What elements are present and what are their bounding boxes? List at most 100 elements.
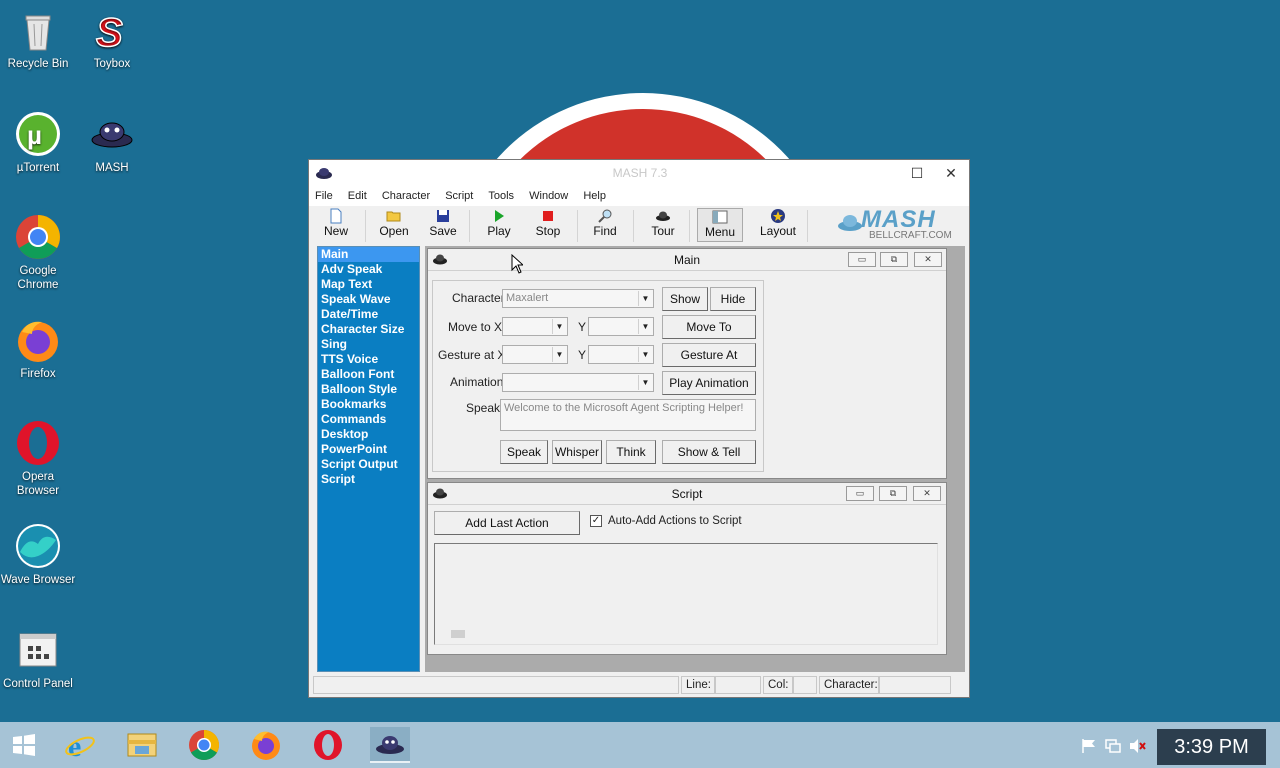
- move-to-x-select[interactable]: ▼: [502, 317, 568, 336]
- desktop-icon-mash[interactable]: MASH: [74, 110, 150, 175]
- sidebar-item-speak-wave[interactable]: Speak Wave: [318, 292, 419, 307]
- scrollbar-thumb[interactable]: [451, 630, 465, 638]
- desktop-icon-label: Toybox: [93, 58, 131, 70]
- menu-tools[interactable]: Tools: [482, 187, 520, 202]
- firefox-icon: [18, 321, 58, 362]
- save-button[interactable]: Save: [429, 208, 457, 238]
- desktop-icon-control-panel[interactable]: Control Panel: [0, 626, 76, 691]
- start-button[interactable]: [4, 727, 44, 763]
- menu-toggle-button[interactable]: Menu: [697, 208, 743, 242]
- sidebar-item-powerpoint[interactable]: PowerPoint: [318, 442, 419, 457]
- taskbar-opera[interactable]: [308, 727, 348, 763]
- desktop-icon-toybox[interactable]: S Toybox: [74, 6, 150, 71]
- main-child-title-bar[interactable]: Main ▭ ⧉ ✕: [428, 249, 946, 271]
- sidebar-item-tts-voice[interactable]: TTS Voice: [318, 352, 419, 367]
- find-button[interactable]: Find: [591, 208, 619, 238]
- find-magnifier-icon: [598, 209, 612, 223]
- taskbar-mash[interactable]: [370, 727, 410, 763]
- taskbar-firefox[interactable]: [246, 727, 286, 763]
- chevron-down-icon: ▼: [638, 319, 652, 334]
- volume-muted-icon[interactable]: [1128, 738, 1146, 754]
- close-button[interactable]: ✕: [933, 160, 969, 187]
- gesture-at-x-select[interactable]: ▼: [502, 345, 568, 364]
- desktop-icon-utorrent[interactable]: µ µTorrent: [0, 110, 76, 175]
- network-icon[interactable]: [1104, 738, 1122, 754]
- minimize-button[interactable]: ▭: [848, 252, 876, 267]
- chrome-icon: [189, 730, 220, 761]
- maximize-button[interactable]: ☐: [899, 160, 935, 187]
- menu-file[interactable]: File: [309, 187, 339, 202]
- sidebar-item-balloon-font[interactable]: Balloon Font: [318, 367, 419, 382]
- auto-add-checkbox[interactable]: ✓: [590, 515, 602, 527]
- firefox-icon: [252, 731, 280, 760]
- move-to-y-select[interactable]: ▼: [588, 317, 654, 336]
- toolbar-separator: [469, 210, 470, 242]
- menu-help[interactable]: Help: [577, 187, 612, 202]
- clock[interactable]: 3:39 PM: [1157, 729, 1266, 765]
- mash-icon: [91, 122, 133, 148]
- taskbar-chrome[interactable]: [184, 727, 224, 763]
- desktop-icon-opera[interactable]: Opera Browser: [0, 419, 76, 498]
- sidebar-item-bookmarks[interactable]: Bookmarks: [318, 397, 419, 412]
- layout-button[interactable]: Layout: [759, 208, 797, 238]
- desktop-icon-recycle-bin[interactable]: Recycle Bin: [0, 6, 76, 71]
- gesture-at-button[interactable]: Gesture At: [662, 343, 756, 367]
- sidebar-item-main[interactable]: Main: [318, 247, 419, 262]
- mdi-area: Main ▭ ⧉ ✕ Character Maxalert ▼ Show Hid…: [425, 246, 965, 672]
- toolbar-separator: [689, 210, 690, 242]
- script-child-title-bar[interactable]: Script ▭ ⧉ ✕: [428, 483, 946, 505]
- sidebar-item-sing[interactable]: Sing: [318, 337, 419, 352]
- sidebar-item-date-time[interactable]: Date/Time: [318, 307, 419, 322]
- sidebar-item-adv-speak[interactable]: Adv Speak: [318, 262, 419, 277]
- open-button[interactable]: Open: [377, 208, 411, 238]
- desktop-icon-firefox[interactable]: Firefox: [0, 316, 76, 381]
- play-animation-button[interactable]: Play Animation: [662, 371, 756, 395]
- stop-button[interactable]: Stop: [533, 208, 563, 238]
- speak-button[interactable]: Speak: [500, 440, 548, 464]
- menu-edit[interactable]: Edit: [342, 187, 373, 202]
- gesture-at-y-select[interactable]: ▼: [588, 345, 654, 364]
- menu-window-icon: [712, 210, 728, 224]
- animation-select[interactable]: ▼: [502, 373, 654, 392]
- tour-button[interactable]: Tour: [647, 208, 679, 238]
- sidebar-item-script[interactable]: Script: [318, 472, 419, 487]
- sidebar-item-script-output[interactable]: Script Output: [318, 457, 419, 472]
- move-to-button[interactable]: Move To: [662, 315, 756, 339]
- action-center-flag-icon[interactable]: [1080, 738, 1098, 754]
- sidebar-item-character-size[interactable]: Character Size: [318, 322, 419, 337]
- menu-window[interactable]: Window: [523, 187, 574, 202]
- gesture-at-y-label: Y: [578, 348, 587, 362]
- desktop-icon-chrome[interactable]: Google Chrome: [0, 213, 76, 292]
- speak-text-input[interactable]: Welcome to the Microsoft Agent Scripting…: [500, 399, 756, 431]
- show-and-tell-button[interactable]: Show & Tell: [662, 440, 756, 464]
- play-button[interactable]: Play: [485, 208, 513, 238]
- script-editor[interactable]: [434, 543, 938, 645]
- save-disk-icon: [437, 210, 449, 222]
- restore-button[interactable]: ⧉: [880, 252, 908, 267]
- character-select[interactable]: Maxalert ▼: [502, 289, 654, 308]
- taskbar-file-explorer[interactable]: [122, 727, 162, 763]
- sidebar-item-commands[interactable]: Commands: [318, 412, 419, 427]
- menu-script[interactable]: Script: [439, 187, 479, 202]
- wave-browser-icon: [16, 524, 60, 568]
- sidebar-item-desktop[interactable]: Desktop: [318, 427, 419, 442]
- play-icon: [495, 210, 504, 222]
- start-icon: [13, 734, 35, 756]
- whisper-button[interactable]: Whisper: [552, 440, 602, 464]
- close-button[interactable]: ✕: [914, 252, 942, 267]
- new-button[interactable]: New: [321, 208, 351, 238]
- think-button[interactable]: Think: [606, 440, 656, 464]
- desktop-icon-wave-browser[interactable]: Wave Browser: [0, 522, 76, 587]
- minimize-button[interactable]: ▭: [846, 486, 874, 501]
- open-folder-icon: [386, 211, 401, 222]
- restore-button[interactable]: ⧉: [879, 486, 907, 501]
- taskbar-internet-explorer[interactable]: e: [60, 727, 100, 763]
- title-bar[interactable]: MASH 7.3 ☐ ✕: [309, 160, 969, 187]
- show-button[interactable]: Show: [662, 287, 708, 311]
- menu-character[interactable]: Character: [376, 187, 436, 202]
- add-last-action-button[interactable]: Add Last Action: [434, 511, 580, 535]
- close-button[interactable]: ✕: [913, 486, 941, 501]
- hide-button[interactable]: Hide: [710, 287, 756, 311]
- sidebar-item-balloon-style[interactable]: Balloon Style: [318, 382, 419, 397]
- sidebar-item-map-text[interactable]: Map Text: [318, 277, 419, 292]
